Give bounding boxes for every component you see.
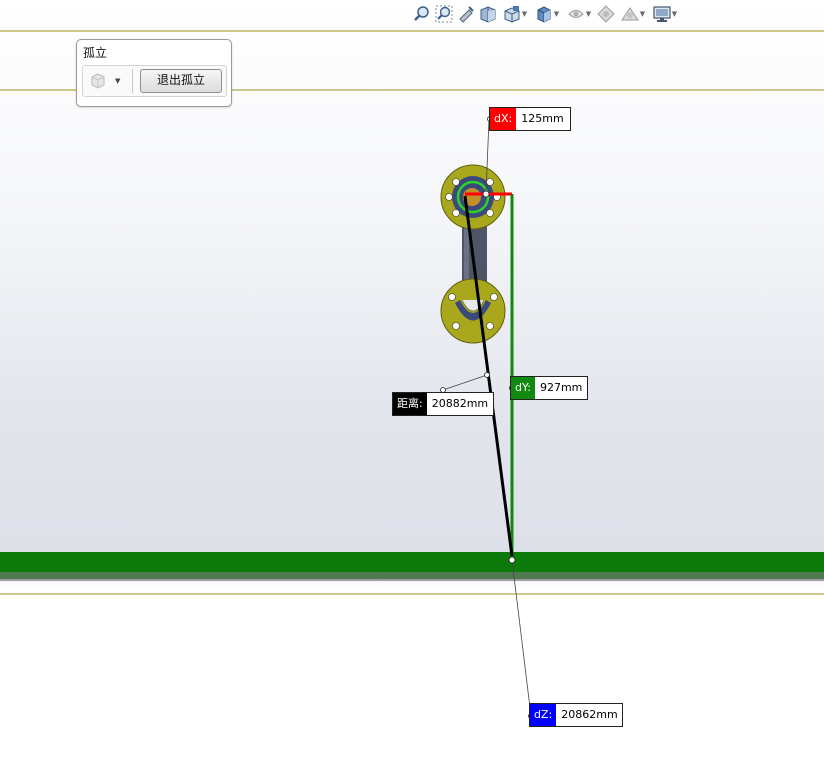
apply-scene-icon (620, 7, 639, 21)
dy-value: 927mm (534, 377, 587, 399)
section-view-button[interactable] (478, 4, 498, 24)
hide-show-items-icon (568, 10, 584, 18)
chevron-down-icon: ▼ (671, 10, 678, 18)
dz-label: dZ: (530, 704, 557, 726)
distance-callout[interactable]: 距离: 20882mm (392, 392, 494, 416)
dz-callout[interactable]: dZ: 20862mm (529, 703, 624, 727)
isolate-panel: 孤立 ▼ 退出孤立 (76, 39, 232, 107)
display-style-icon (537, 6, 551, 23)
dz-handle[interactable] (508, 556, 516, 564)
isolate-controls: ▼ 退出孤立 (82, 65, 227, 97)
view-settings-icon (653, 6, 671, 22)
dx-handle[interactable] (482, 190, 490, 198)
hide-show-items-button[interactable]: ▼ (564, 4, 594, 24)
chevron-down-icon: ▼ (585, 10, 592, 18)
view-orientation-button[interactable]: ▼ (500, 4, 530, 24)
bottom-flange[interactable] (440, 278, 506, 344)
isolate-separator (132, 69, 133, 93)
zoom-to-fit-button[interactable] (412, 4, 432, 24)
model-scene[interactable] (0, 0, 824, 765)
previous-view-button[interactable] (456, 4, 476, 24)
top-flange[interactable] (440, 164, 506, 230)
display-style-icon (91, 73, 105, 89)
isolate-panel-title: 孤立 (83, 46, 108, 60)
edit-appearance-icon (597, 5, 615, 23)
floor-slab-edge (0, 572, 824, 579)
chevron-down-icon: ▼ (115, 77, 121, 85)
dy-label: dY: (511, 377, 535, 399)
dx-label: dX: (490, 108, 517, 130)
zoom-to-area-icon (435, 5, 453, 23)
previous-view-icon (459, 6, 474, 23)
chevron-down-icon: ▼ (521, 10, 528, 18)
chevron-down-icon: ▼ (553, 10, 560, 18)
distance-leader-line (442, 374, 488, 391)
heads-up-view-toolbar: ▼ ▼ ▼ ▼ ▼ (412, 2, 680, 26)
section-view-icon (480, 6, 496, 23)
zoom-to-area-button[interactable] (434, 4, 454, 24)
chevron-down-icon: ▼ (639, 10, 646, 18)
distance-handle[interactable] (484, 372, 490, 378)
apply-scene-button[interactable]: ▼ (618, 4, 648, 24)
exit-isolate-button[interactable]: 退出孤立 (140, 69, 222, 93)
graphics-viewport[interactable]: ▼ ▼ ▼ ▼ ▼ 孤立 ▼ 退出孤立 dX: 125mm dY: 927mm … (0, 0, 824, 765)
distance-label: 距离: (393, 393, 427, 415)
view-orientation-icon (504, 6, 520, 23)
zoom-to-fit-icon (414, 6, 429, 21)
edit-appearance-button[interactable] (596, 4, 616, 24)
dx-callout[interactable]: dX: 125mm (489, 107, 572, 131)
dy-callout[interactable]: dY: 927mm (510, 376, 588, 400)
dz-value: 20862mm (556, 704, 623, 726)
isolate-display-button[interactable]: ▼ (87, 70, 127, 92)
dz-leader-line (511, 559, 532, 717)
distance-value: 20882mm (426, 393, 493, 415)
display-style-button[interactable]: ▼ (532, 4, 562, 24)
dx-value: 125mm (516, 108, 571, 130)
view-settings-button[interactable]: ▼ (650, 4, 680, 24)
floor-slab[interactable] (0, 552, 824, 572)
